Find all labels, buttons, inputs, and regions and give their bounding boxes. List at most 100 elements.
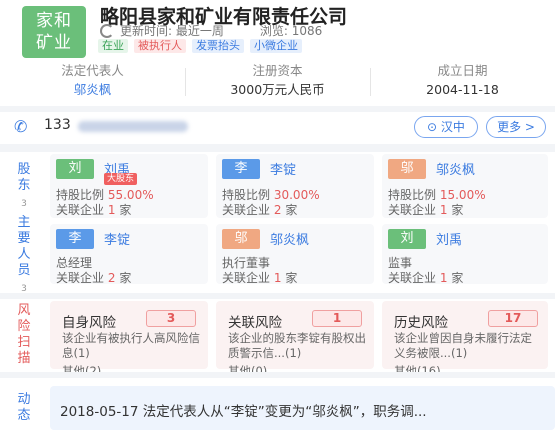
- location-label: 汉中: [440, 120, 465, 134]
- risk-label[interactable]: 风 险 扫 描: [10, 303, 38, 367]
- staff-card[interactable]: 刘 刘禹 监事 关联企业 1 家: [382, 224, 548, 286]
- tag-invoice[interactable]: 发票抬头: [192, 39, 244, 53]
- news-item[interactable]: 2018-05-17 法定代表人从“李锭”变更为“邬炎枫”，职务调...: [50, 386, 555, 430]
- assoc-line: 关联企业 2 家: [56, 269, 131, 286]
- capital-label: 注册资本: [252, 63, 303, 78]
- ratio-value: 55.00%: [107, 188, 154, 202]
- legal-rep-value[interactable]: 邬炎枫: [0, 80, 185, 100]
- staff-char4: 员: [17, 263, 31, 278]
- basic-info-row: 法定代表人 邬炎枫 注册资本 3000万元人民币 成立日期 2004-11-18: [0, 62, 555, 102]
- founded-value: 2004-11-18: [426, 82, 499, 97]
- divider: [0, 144, 555, 152]
- risk-count: 17: [488, 310, 538, 327]
- assoc-count: 1: [273, 271, 282, 285]
- risk-card-self[interactable]: 自身风险 3 该企业有被执行人高风险信息(1) 其他(2): [50, 301, 208, 378]
- location-button[interactable]: ⊙ 汉中: [414, 116, 478, 138]
- avatar: 邬: [388, 159, 426, 179]
- avatar: 李: [222, 159, 260, 179]
- staff-name[interactable]: 刘禹: [436, 229, 462, 248]
- risk-count: 3: [146, 310, 196, 327]
- more-button[interactable]: 更多 >: [486, 116, 546, 138]
- capital-value: 3000万元人民币: [230, 82, 325, 97]
- assoc-count: 2: [273, 203, 282, 217]
- contact-row: ✆ 133 ⊙ 汉中 更多 >: [0, 112, 555, 142]
- risk-desc: 该企业有被执行人高风险信息(1): [62, 331, 200, 360]
- ratio-label: 持股比例: [388, 188, 437, 202]
- risk-char2: 险: [17, 319, 31, 334]
- avatar: 刘: [388, 229, 426, 249]
- logo-line1: 家和: [36, 11, 72, 31]
- founded-col: 成立日期 2004-11-18: [370, 62, 555, 102]
- assoc-count: 1: [439, 271, 448, 285]
- assoc-label: 关联企业: [222, 203, 271, 217]
- risk-count: 1: [312, 310, 362, 327]
- risk-char4: 描: [17, 351, 31, 366]
- avatar: 刘: [56, 159, 94, 179]
- staff-name[interactable]: 李锭: [104, 229, 130, 248]
- legal-rep-col: 法定代表人 邬炎枫: [0, 62, 185, 102]
- staff-section: 主 要 人 员 3 李 李锭 总经理 关联企业 2 家 邬 邬炎枫 执行董事 关…: [0, 215, 555, 294]
- shareholder-name[interactable]: 李锭: [270, 159, 296, 178]
- news-char2: 态: [17, 408, 31, 423]
- ratio-label: 持股比例: [56, 188, 105, 202]
- update-meta: 更新时间: 最近一周 浏览: 1086: [100, 22, 322, 39]
- assoc-line: 关联企业 1 家: [388, 269, 463, 286]
- tag-small-business: 小微企业: [250, 39, 302, 53]
- risk-char3: 扫: [17, 335, 31, 350]
- risk-card-related[interactable]: 关联风险 1 该企业的股东李锭有股权出质警示信...(1) 其他(0): [216, 301, 374, 378]
- capital-col: 注册资本 3000万元人民币: [185, 62, 370, 102]
- risk-desc: 该企业的股东李锭有股权出质警示信...(1): [228, 331, 366, 360]
- assoc-unit: 家: [451, 271, 464, 285]
- risk-card-history[interactable]: 历史风险 17 该企业曾因自身未履行法定义务被限...(1) 其他(16): [382, 301, 548, 378]
- assoc-unit: 家: [451, 203, 464, 217]
- tag-executed[interactable]: 被执行人: [134, 39, 186, 53]
- view-count: 浏览: 1086: [259, 24, 323, 38]
- staff-card[interactable]: 李 李锭 总经理 关联企业 2 家: [50, 224, 208, 286]
- founded-label: 成立日期: [437, 63, 488, 78]
- shareholder-card[interactable]: 邬 邬炎枫 持股比例 15.00% 关联企业 1 家: [382, 154, 548, 218]
- shareholder-card[interactable]: 刘 刘禹 大股东 持股比例 55.00% 关联企业 1 家: [50, 154, 208, 218]
- ratio-label: 持股比例: [222, 188, 271, 202]
- assoc-line: 关联企业 2 家: [222, 201, 297, 218]
- risk-desc: 该企业曾因自身未履行法定义务被限...(1): [394, 331, 532, 360]
- news-label[interactable]: 动 态: [10, 386, 38, 430]
- phone-redacted: [78, 121, 188, 132]
- shareholders-char1: 股: [17, 162, 31, 177]
- logo-line2: 矿业: [36, 33, 72, 53]
- assoc-label: 关联企业: [222, 271, 271, 285]
- assoc-label: 关联企业: [56, 271, 105, 285]
- company-logo: 家和 矿业: [22, 6, 86, 58]
- news-text: 2018-05-17 法定代表人从“李锭”变更为“邬炎枫”，职务调...: [60, 404, 427, 420]
- shareholders-section: 股 东 3 刘 刘禹 大股东 持股比例 55.00% 关联企业 1 家 李 李锭…: [0, 152, 555, 222]
- divider: [0, 372, 555, 378]
- shareholder-card[interactable]: 李 李锭 持股比例 30.00% 关联企业 2 家: [216, 154, 374, 218]
- shareholders-count: 3: [21, 199, 27, 209]
- shareholder-name[interactable]: 邬炎枫: [436, 159, 475, 178]
- phone-number[interactable]: 133: [44, 117, 71, 133]
- assoc-label: 关联企业: [388, 271, 437, 285]
- legal-rep-label: 法定代表人: [61, 63, 124, 78]
- assoc-unit: 家: [119, 271, 132, 285]
- assoc-unit: 家: [285, 271, 298, 285]
- shareholders-label[interactable]: 股 东 3: [10, 160, 38, 214]
- staff-label[interactable]: 主 要 人 员 3: [10, 215, 38, 294]
- assoc-unit: 家: [285, 203, 298, 217]
- tag-operating: 在业: [98, 39, 128, 53]
- avatar: 邬: [222, 229, 260, 249]
- staff-char2: 要: [17, 231, 31, 246]
- assoc-label: 关联企业: [56, 203, 105, 217]
- news-char1: 动: [17, 392, 31, 407]
- assoc-count: 1: [107, 203, 116, 217]
- risk-title: 历史风险: [394, 315, 448, 331]
- risk-title: 关联风险: [228, 315, 282, 331]
- staff-name[interactable]: 邬炎枫: [270, 229, 309, 248]
- assoc-count: 1: [439, 203, 448, 217]
- refresh-icon[interactable]: [100, 23, 114, 38]
- ratio-value: 30.00%: [273, 188, 320, 202]
- ratio-value: 15.00%: [439, 188, 486, 202]
- assoc-unit: 家: [119, 203, 132, 217]
- phone-icon[interactable]: ✆: [14, 118, 32, 136]
- staff-card[interactable]: 邬 邬炎枫 执行董事 关联企业 1 家: [216, 224, 374, 285]
- risk-section: 风 险 扫 描 自身风险 3 该企业有被执行人高风险信息(1) 其他(2) 关联…: [0, 299, 555, 378]
- major-shareholder-badge: 大股东: [104, 173, 138, 185]
